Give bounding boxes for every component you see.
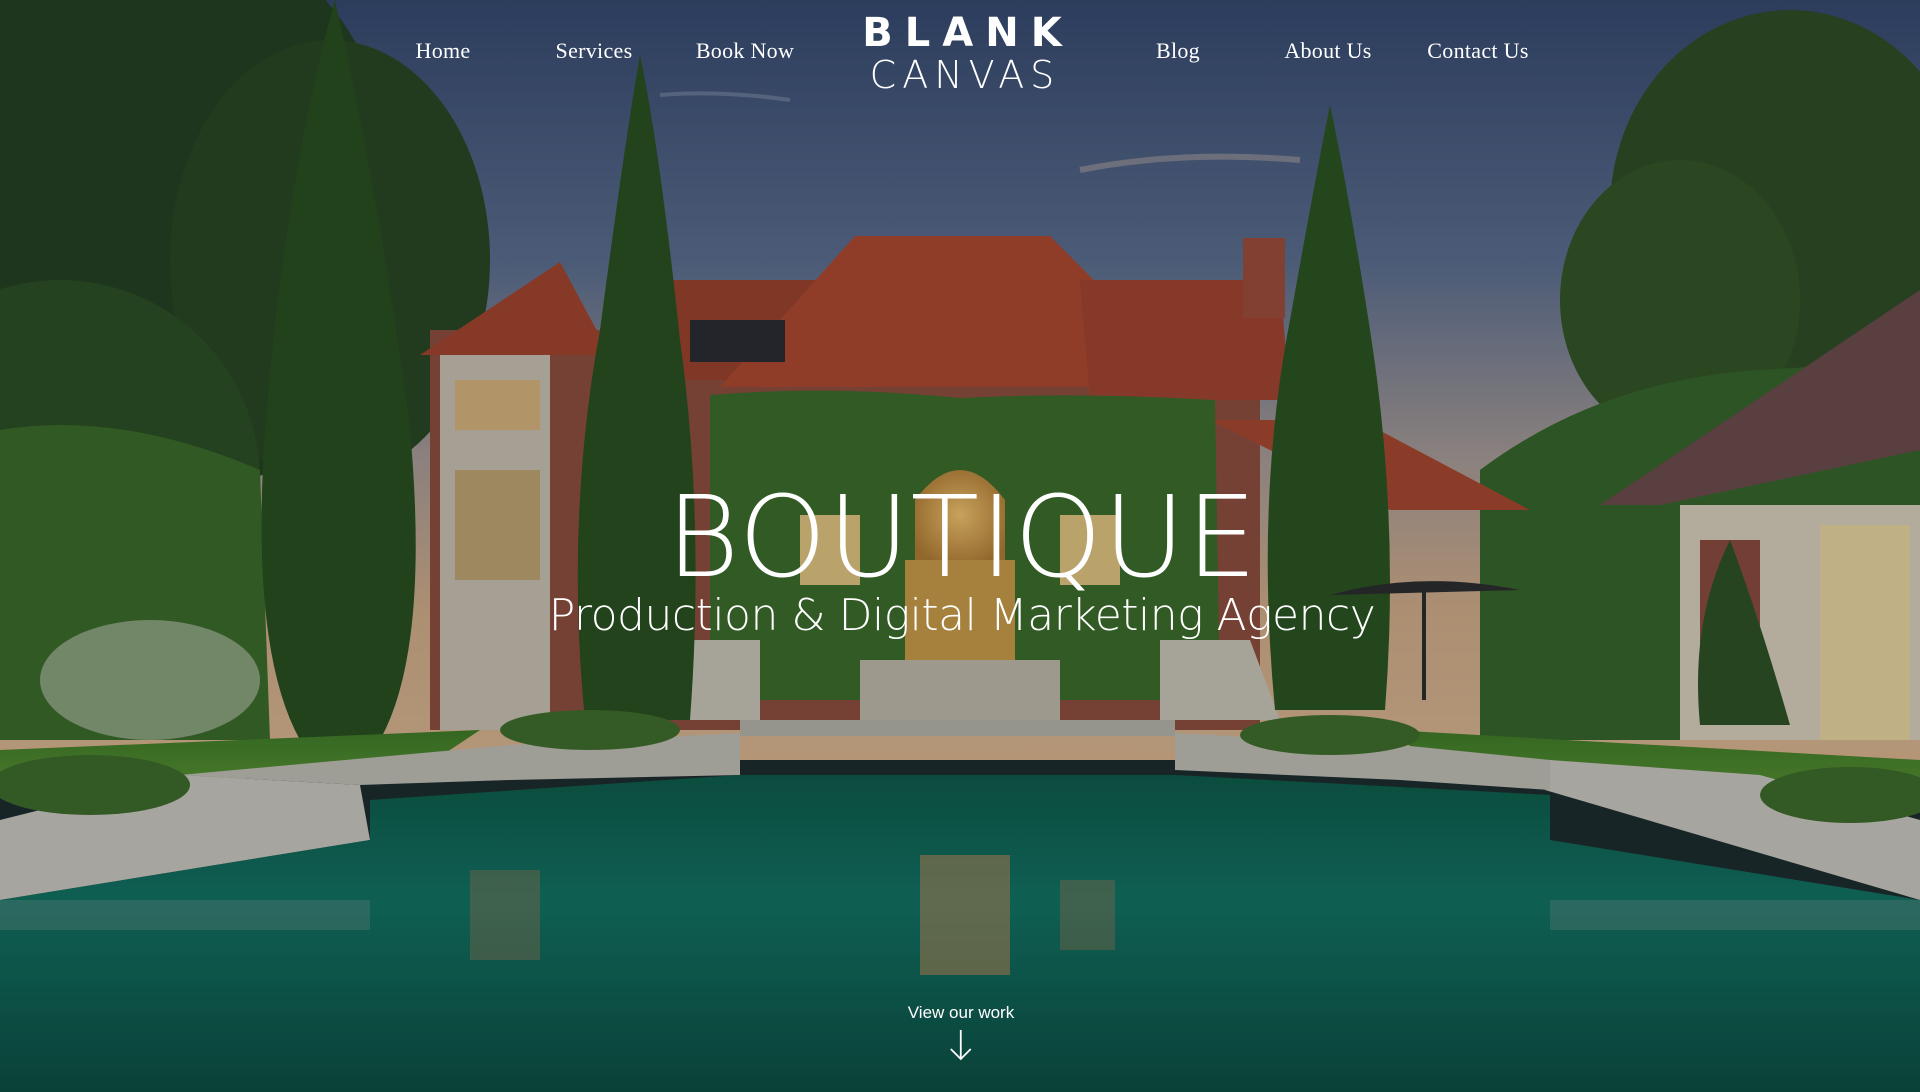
brand-logo-line2: CANVAS	[869, 53, 1061, 97]
arrow-down-icon	[950, 1030, 972, 1061]
hero-headline: BOUTIQUE	[666, 473, 1258, 603]
nav-book-now[interactable]: Book Now	[696, 38, 794, 64]
nav-about-us[interactable]: About Us	[1284, 38, 1371, 64]
nav-contact-us[interactable]: Contact Us	[1427, 38, 1528, 64]
nav-blog[interactable]: Blog	[1156, 38, 1200, 64]
view-our-work-label: View our work	[907, 1003, 1015, 1022]
brand-logo[interactable]: BLANK CANVAS	[862, 12, 1061, 96]
nav-services[interactable]: Services	[556, 38, 633, 64]
nav-home[interactable]: Home	[416, 38, 471, 64]
hero-subheadline: Production & Digital Marketing Agency	[548, 590, 1376, 641]
view-our-work-link[interactable]: View our work	[908, 1003, 1014, 1061]
brand-logo-line1: BLANK	[862, 10, 1074, 56]
